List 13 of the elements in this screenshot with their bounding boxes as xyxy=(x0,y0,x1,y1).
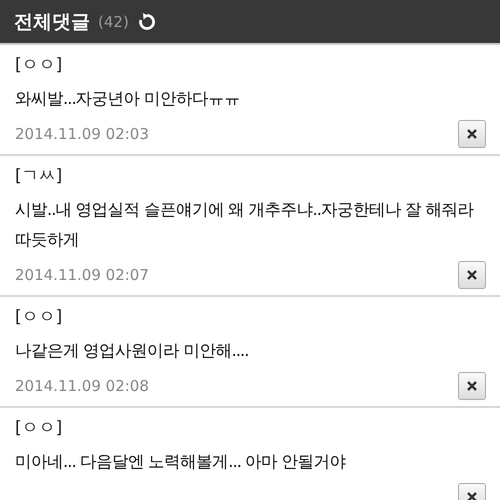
comment-date: 2014.11.09 02:07 xyxy=(15,266,149,284)
comment-author: [ㄱㅆ] xyxy=(15,165,64,187)
comment-text: 미아네... 다음달엔 노력해볼게... 아마 안될거야 xyxy=(15,451,347,473)
comment-text: 시발..내 영업실적 슬픈얘기에 왜 개추주냐..자궁한테나 잘 해줘라 따듯하게 xyxy=(15,199,475,251)
page-title: 전체댓글 xyxy=(14,10,90,34)
comment-text: 나같은게 영업사원이라 미안해.... xyxy=(15,340,250,362)
comment-author: [ㅇㅇ] xyxy=(15,306,64,328)
comment-author: [ㅇㅇ] xyxy=(15,417,64,439)
comment-count: (42) xyxy=(98,12,129,30)
comment-date: 2014.11.09 02:08 xyxy=(15,377,149,395)
comment-text: 와씨발...자궁년아 미안하다ㅠㅠ xyxy=(15,88,241,110)
comment-date: 2014.11.09 02:03 xyxy=(15,125,149,143)
comment-author: [ㅇㅇ] xyxy=(15,54,64,76)
